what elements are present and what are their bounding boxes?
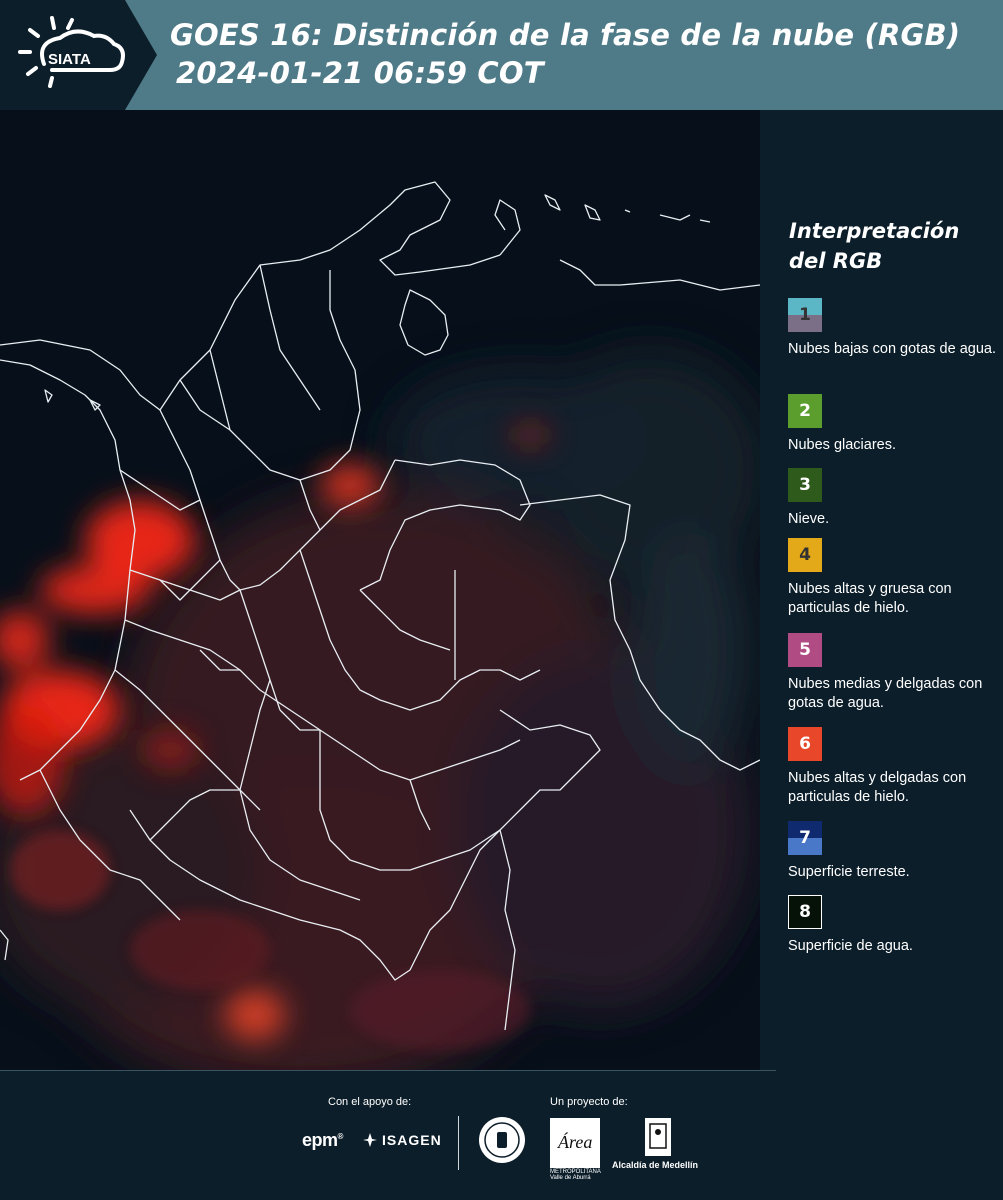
legend-title-line-1: Interpretación <box>789 219 960 243</box>
legend-label-6: Nubes altas y delgadas con particulas de… <box>788 770 967 805</box>
legend-item-3: 3 Nieve. <box>788 468 998 529</box>
legend-swatch-5: 5 <box>788 633 822 667</box>
isagen-mark-icon <box>363 1133 377 1147</box>
area-metropolitana-logo: Área <box>550 1118 600 1168</box>
footer-divider <box>0 1070 776 1071</box>
legend-title: Interpretación del RGB <box>789 216 999 276</box>
epm-logo: epm® <box>302 1130 343 1150</box>
legend-number-3: 3 <box>799 475 811 495</box>
legend-swatch-8: 8 <box>788 895 822 929</box>
epm-logo-text: epm <box>302 1130 338 1150</box>
title-line-1: GOES 16: Distinción de la fase de la nub… <box>170 18 961 52</box>
legend-panel: Interpretación del RGB 1 Nubes bajas con… <box>762 110 1003 1070</box>
footer-separator <box>458 1116 459 1170</box>
legend-item-7: 7 Superficie terreste. <box>788 821 998 882</box>
legend-number-4: 4 <box>799 545 811 565</box>
title-line-2: 2024-01-21 06:59 COT <box>176 56 544 90</box>
satellite-map-svg <box>0 110 760 1070</box>
support-label: Con el apoyo de: <box>328 1096 412 1108</box>
legend-label-2: Nubes glaciares. <box>788 437 896 453</box>
project-label: Un proyecto de: <box>550 1096 628 1108</box>
alcaldia-shield-icon <box>645 1118 671 1156</box>
university-seal-icon <box>479 1117 525 1163</box>
legend-number-5: 5 <box>799 640 811 660</box>
legend-label-8: Superficie de agua. <box>788 938 913 954</box>
isagen-logo: ISAGEN <box>362 1132 442 1148</box>
siata-logo-text: SIATA <box>48 51 91 68</box>
legend-label-7: Superficie terreste. <box>788 864 910 880</box>
legend-label-4: Nubes altas y gruesa con particulas de h… <box>788 581 952 616</box>
satellite-map <box>0 110 760 1070</box>
page-title: GOES 16: Distinción de la fase de la nub… <box>170 16 990 92</box>
legend-item-4: 4 Nubes altas y gruesa con particulas de… <box>788 538 998 618</box>
legend-title-line-2: del RGB <box>789 249 883 273</box>
header: SIATA GOES 16: Distinción de la fase de … <box>0 0 1003 110</box>
area-logo-icon: Área <box>557 1131 592 1152</box>
area-logo-text: Área <box>557 1131 592 1152</box>
legend-label-3: Nieve. <box>788 511 830 527</box>
legend-number-7: 7 <box>799 828 811 848</box>
legend-item-6: 6 Nubes altas y delgadas con particulas … <box>788 727 998 807</box>
legend-number-8: 8 <box>799 902 811 922</box>
area-metropolitana-text: METROPOLITANA Valle de Aburrá <box>550 1169 601 1181</box>
legend-swatch-3: 3 <box>788 468 822 502</box>
legend-item-2: 2 Nubes glaciares. <box>788 394 998 455</box>
footer: Con el apoyo de: Un proyecto de: epm® IS… <box>0 1070 1003 1200</box>
legend-number-1: 1 <box>799 305 811 325</box>
legend-swatch-2: 2 <box>788 394 822 428</box>
legend-number-2: 2 <box>799 401 811 421</box>
alcaldia-medellin-text: Alcaldía de Medellín <box>612 1160 699 1170</box>
legend-item-5: 5 Nubes medias y delgadas con gotas de a… <box>788 633 998 713</box>
legend-number-6: 6 <box>799 734 811 754</box>
legend-swatch-6: 6 <box>788 727 822 761</box>
legend-item-8: 8 Superficie de agua. <box>788 895 998 956</box>
legend-swatch-4: 4 <box>788 538 822 572</box>
legend-swatch-7: 7 <box>788 821 822 855</box>
siata-logo: SIATA <box>18 16 125 88</box>
legend-label-1: Nubes bajas con gotas de agua. <box>788 341 996 357</box>
legend-swatch-1: 1 <box>788 298 822 332</box>
legend-label-5: Nubes medias y delgadas con gotas de agu… <box>788 676 983 711</box>
legend-item-1: 1 Nubes bajas con gotas de agua. <box>788 298 998 359</box>
isagen-logo-text: ISAGEN <box>382 1132 442 1148</box>
